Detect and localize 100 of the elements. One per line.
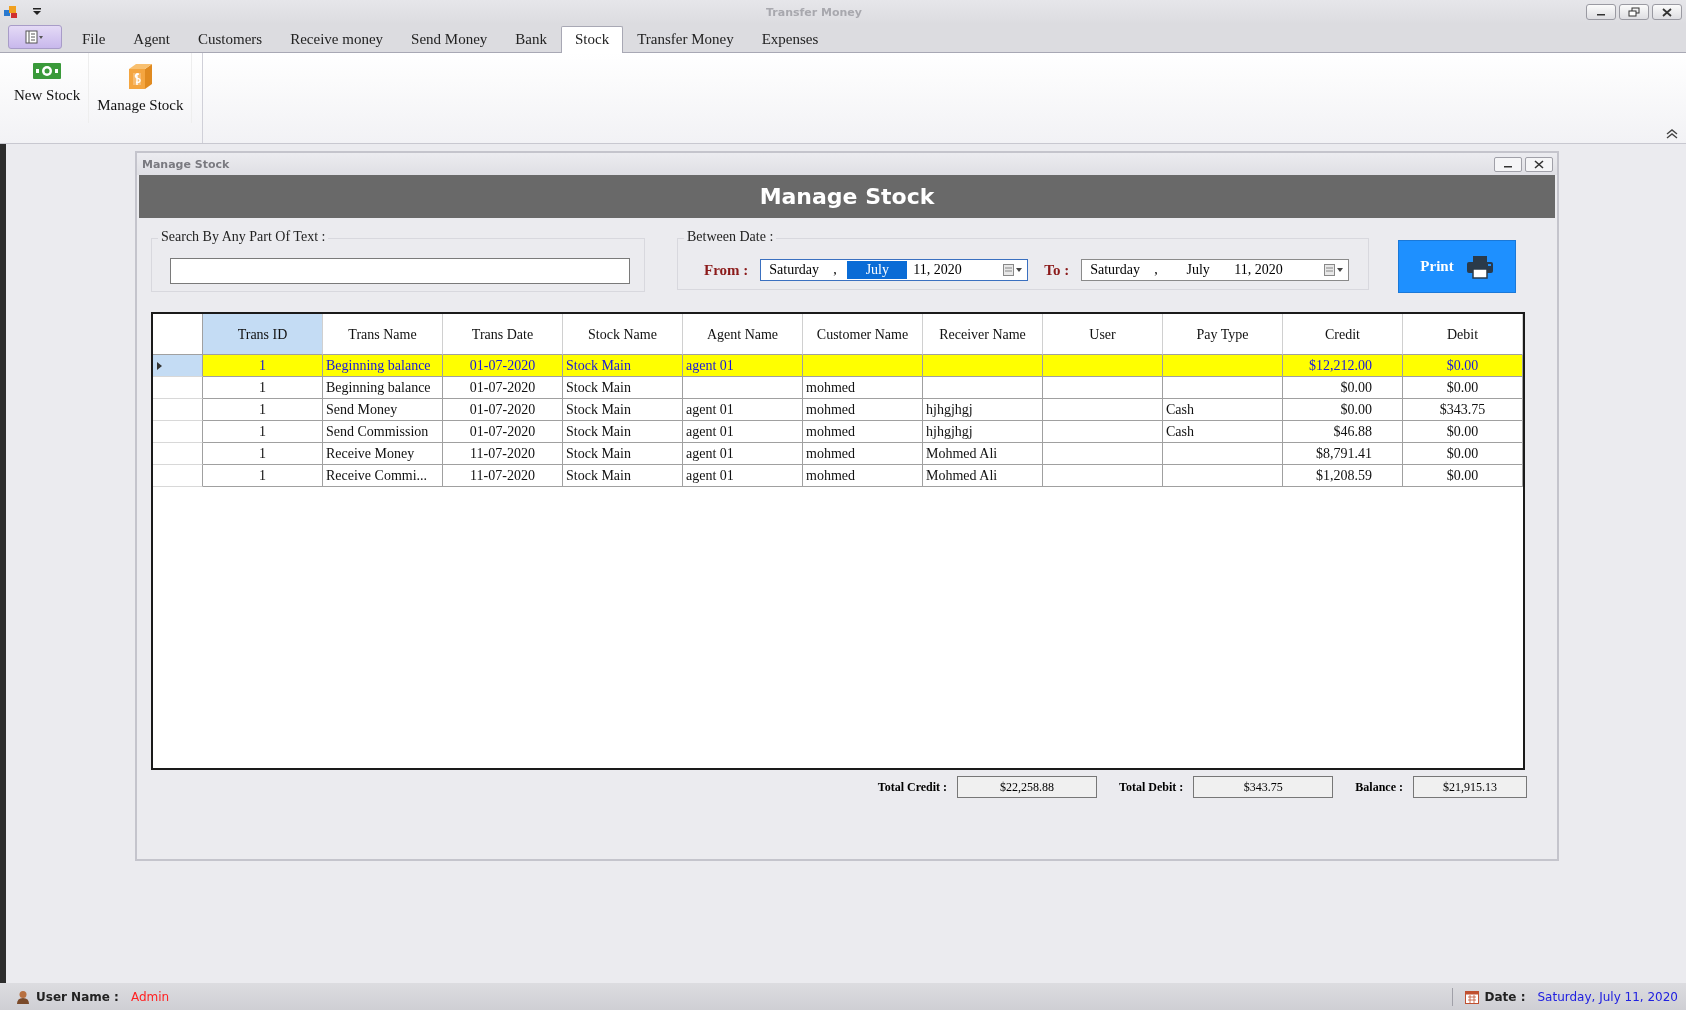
ribbon-tab[interactable]: Transfer Money: [623, 26, 748, 53]
table-cell: 1: [203, 399, 323, 421]
ribbon-tab[interactable]: Customers: [184, 26, 277, 53]
date-picker[interactable]: Saturday , July 11, 2020: [1081, 259, 1350, 281]
table-cell: $0.00: [1283, 377, 1403, 399]
table-cell: mohmed: [803, 377, 923, 399]
table-cell: agent 01: [683, 443, 803, 465]
table-cell: Stock Main: [563, 421, 683, 443]
table-cell: $0.00: [1403, 443, 1523, 465]
table-cell: Beginning balance: [323, 355, 443, 377]
table-cell: Mohmed Ali: [923, 465, 1043, 487]
table-cell: mohmed: [803, 421, 923, 443]
table-cell: $46.88: [1283, 421, 1403, 443]
table-cell: agent 01: [683, 355, 803, 377]
from-label: From :: [704, 261, 749, 279]
table-cell: Beginning balance: [323, 377, 443, 399]
printer-icon: [1465, 254, 1494, 279]
header-banner: Manage Stock: [139, 175, 1555, 218]
table-cell: 11-07-2020: [443, 443, 563, 465]
total-value: $22,258.88: [957, 776, 1098, 798]
user-name-label: User Name :: [36, 989, 119, 1004]
date-picker[interactable]: Saturday , July 11, 2020: [760, 259, 1029, 281]
ribbon-tab[interactable]: Bank: [501, 26, 561, 53]
total-value: $21,915.13: [1413, 776, 1527, 798]
ribbon-tab[interactable]: Expenses: [747, 26, 833, 53]
total-value: $343.75: [1193, 776, 1334, 798]
ribbon-button[interactable]: Manage Stock: [89, 53, 193, 123]
user-name: Admin: [130, 989, 170, 1004]
table-cell: Mohmed Ali: [923, 443, 1043, 465]
banknote-icon: [32, 61, 63, 81]
date-label: Date :: [1484, 989, 1526, 1004]
ribbon-tab[interactable]: Receive money: [276, 26, 398, 53]
table-cell: 01-07-2020: [443, 355, 563, 377]
table-cell: Receive Commi...: [323, 465, 443, 487]
restore-icon: [1628, 7, 1640, 17]
window-title: Transfer Money: [765, 5, 863, 19]
table-cell: 1: [203, 443, 323, 465]
table-cell: Stock Main: [563, 377, 683, 399]
ribbon-tab[interactable]: Send Money: [397, 26, 502, 53]
table-cell: Cash: [1163, 399, 1283, 421]
table-cell: $0.00: [1403, 465, 1523, 487]
row-pointer-icon: [157, 361, 162, 370]
total-label: Total Credit :: [877, 779, 948, 795]
child-window-title: Manage Stock: [142, 157, 231, 171]
table-cell: mohmed: [803, 465, 923, 487]
table-cell: agent 01: [683, 465, 803, 487]
total-label: Balance :: [1355, 779, 1403, 795]
close-button[interactable]: [1652, 4, 1682, 20]
table-cell: agent 01: [683, 399, 803, 421]
table-cell: 01-07-2020: [443, 377, 563, 399]
app-icon: [4, 5, 18, 19]
close-button[interactable]: [1525, 156, 1553, 172]
row-header[interactable]: [153, 355, 203, 377]
table-cell: 1: [203, 355, 323, 377]
collapse-ribbon-icon[interactable]: [1666, 129, 1678, 139]
table-cell: Cash: [1163, 421, 1283, 443]
current-date: Saturday, July 11, 2020: [1537, 989, 1678, 1004]
table-cell: Send Money: [323, 399, 443, 421]
table-cell: $0.00: [1283, 399, 1403, 421]
table-cell: $0.00: [1403, 421, 1523, 443]
calendar-dropdown-icon[interactable]: [1003, 264, 1024, 276]
table-cell: Receive Money: [323, 443, 443, 465]
table-cell: 01-07-2020: [443, 399, 563, 421]
table-cell: mohmed: [803, 443, 923, 465]
to-label: To :: [1044, 261, 1070, 279]
calendar-icon: [1464, 989, 1479, 1004]
close-icon: [1534, 159, 1544, 169]
close-icon: [1662, 7, 1672, 17]
user-icon: [16, 989, 30, 1004]
calendar-dropdown-icon[interactable]: [1324, 264, 1345, 276]
group-label: Search By Any Part Of Text :: [158, 229, 329, 245]
table-cell: Send Commission: [323, 421, 443, 443]
column-header[interactable]: Trans ID: [203, 314, 323, 355]
restore-button[interactable]: [1619, 4, 1649, 20]
document-icon: [25, 30, 45, 44]
ribbon-tab[interactable]: Stock: [561, 26, 624, 53]
table-cell: 1: [203, 465, 323, 487]
table-cell: Stock Main: [563, 399, 683, 421]
table-cell: $8,791.41: [1283, 443, 1403, 465]
table-cell: $12,212.00: [1283, 355, 1403, 377]
ribbon-button[interactable]: New Stock: [6, 53, 90, 123]
table-cell: $1,208.59: [1283, 465, 1403, 487]
table-cell: 1: [203, 377, 323, 399]
table-cell: $0.00: [1403, 377, 1523, 399]
table-cell: 01-07-2020: [443, 421, 563, 443]
table-cell: hjhgjhgj: [923, 421, 1043, 443]
table-cell: Stock Main: [563, 355, 683, 377]
table-cell: agent 01: [683, 421, 803, 443]
application-menu-button[interactable]: [8, 25, 62, 49]
dropdown-arrow-icon[interactable]: [32, 8, 42, 16]
table-cell: 1: [203, 421, 323, 443]
search-field[interactable]: [170, 258, 630, 284]
table-cell: Stock Main: [563, 465, 683, 487]
ribbon-tab[interactable]: File: [68, 26, 120, 53]
minimize-button[interactable]: [1586, 4, 1616, 20]
table-cell: $0.00: [1403, 355, 1523, 377]
table-cell: 11-07-2020: [443, 465, 563, 487]
table-cell: Stock Main: [563, 443, 683, 465]
ribbon-tab[interactable]: Agent: [119, 26, 184, 53]
table-cell: hjhgjhgj: [923, 399, 1043, 421]
